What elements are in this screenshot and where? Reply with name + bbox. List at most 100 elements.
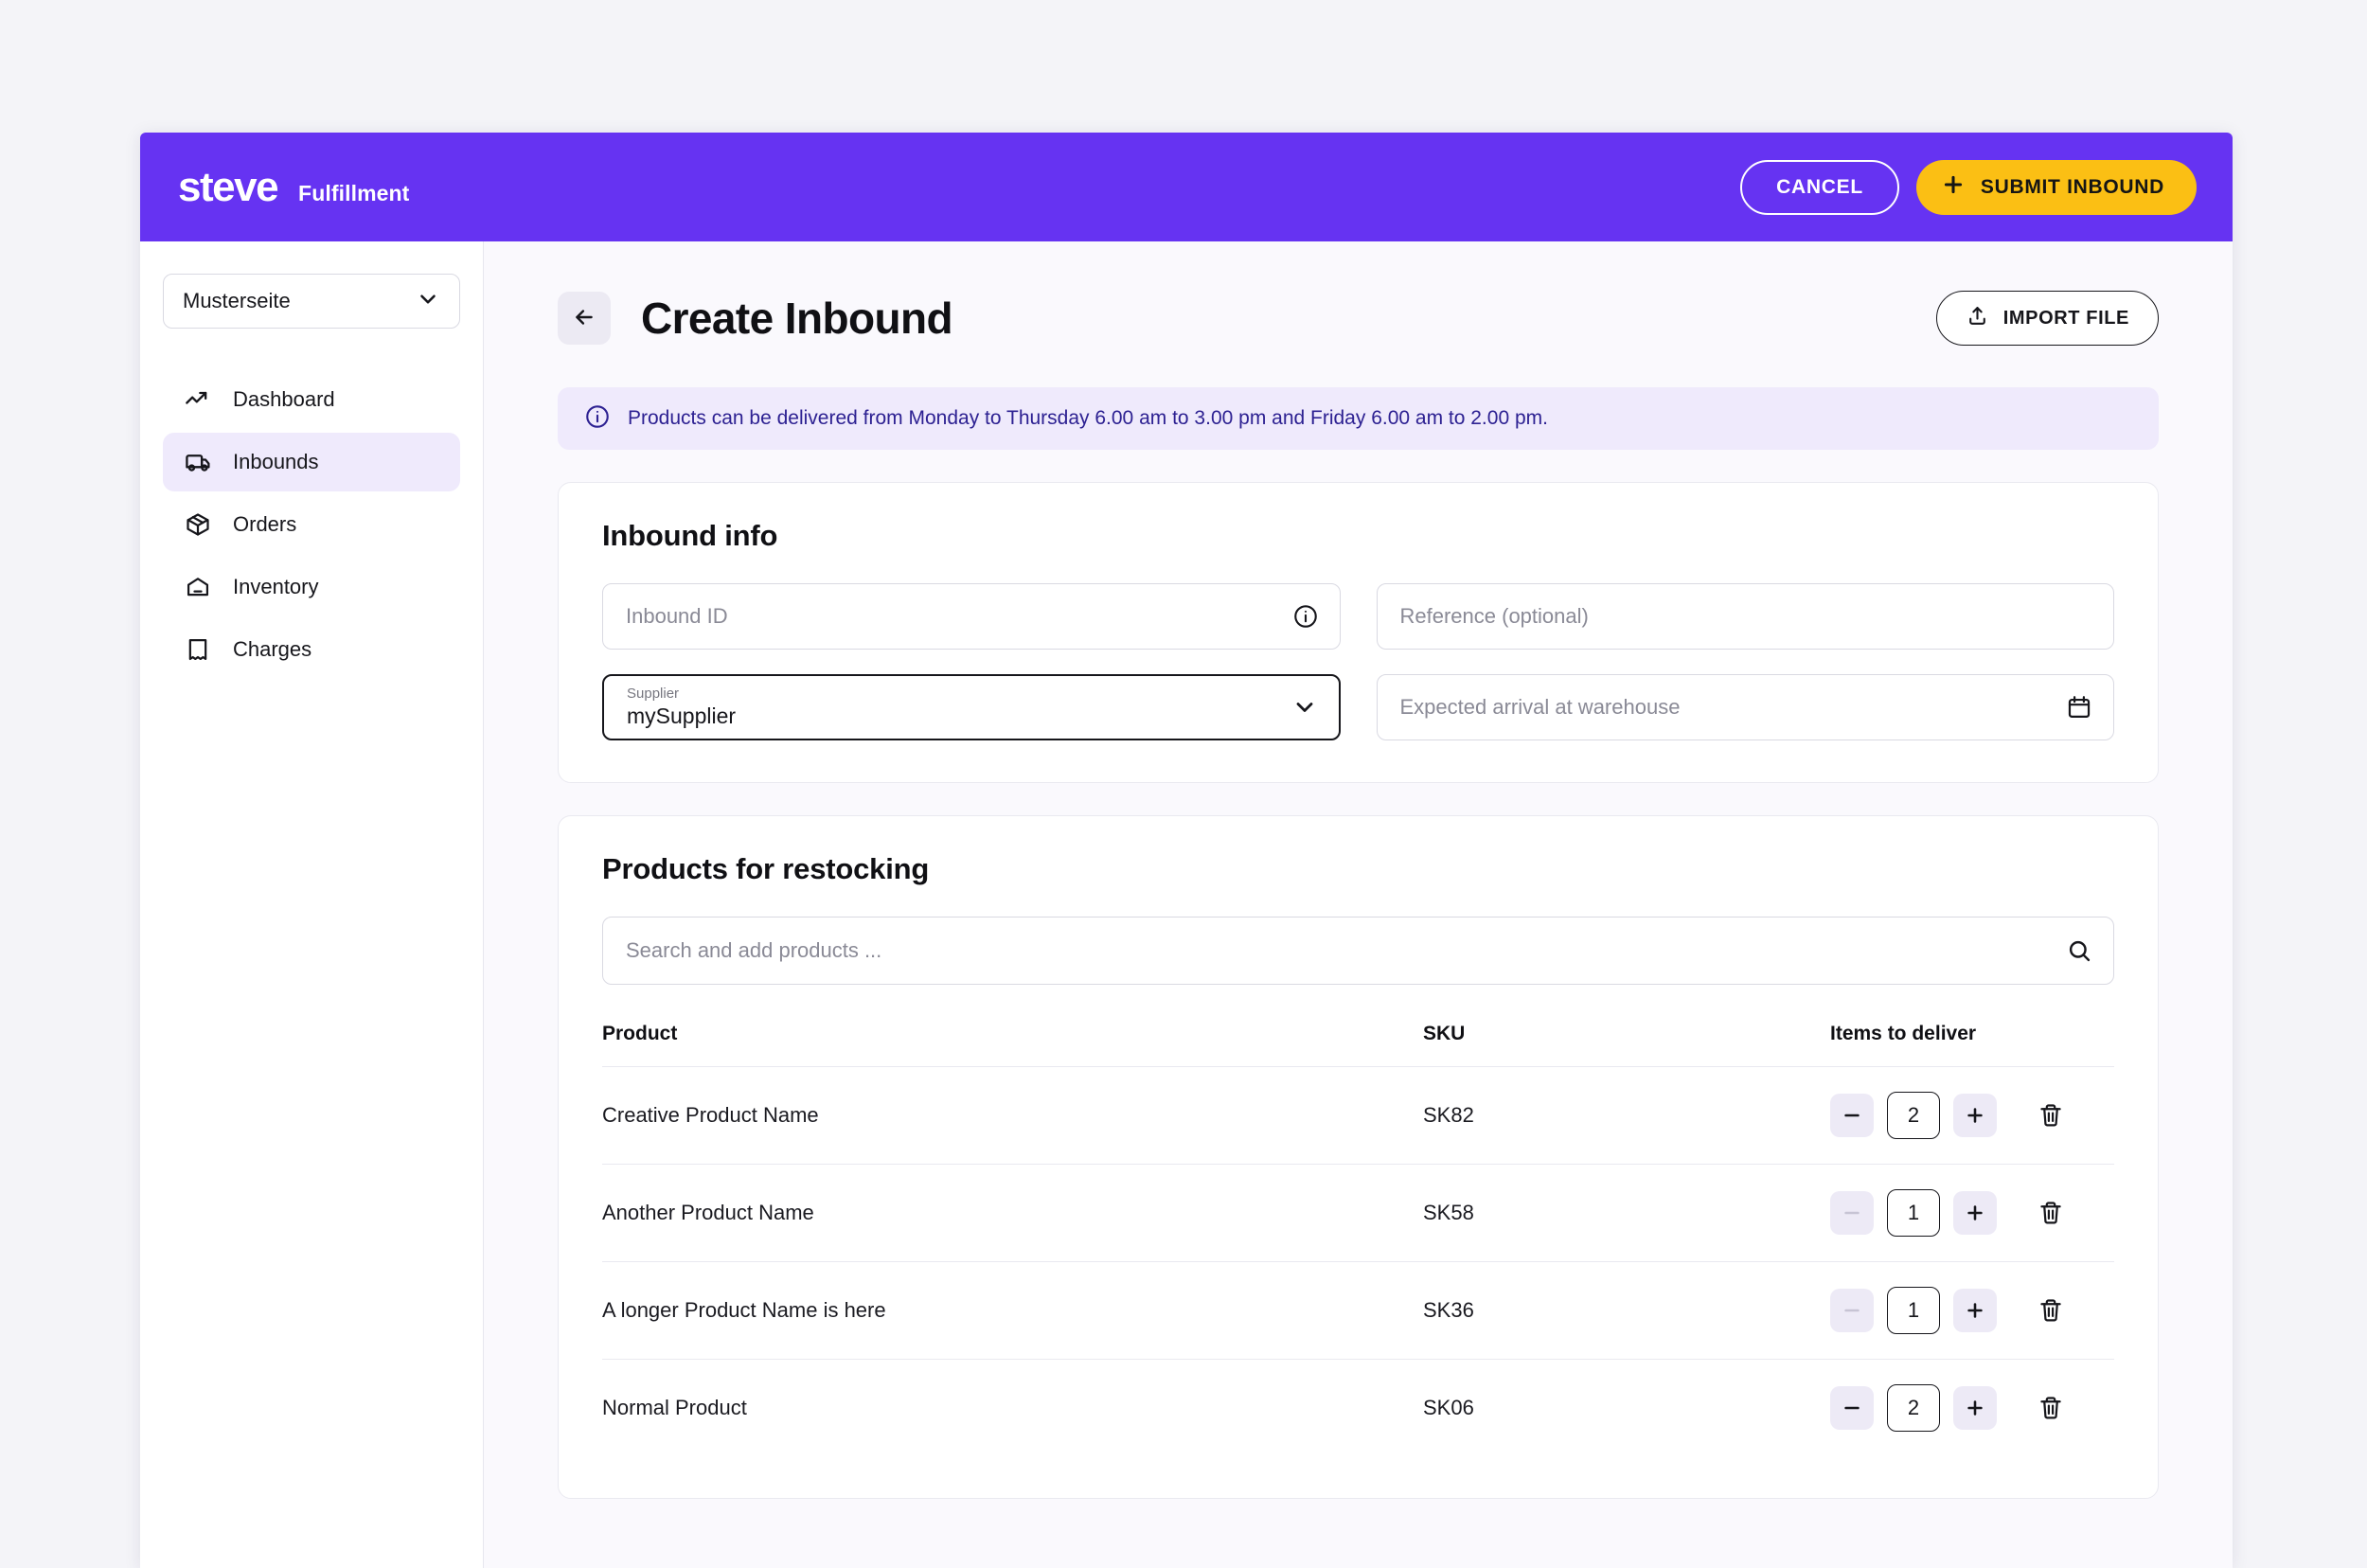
info-circle-icon[interactable] [1292, 603, 1319, 630]
decrement-button[interactable] [1830, 1094, 1874, 1137]
submit-inbound-button[interactable]: SUBMIT INBOUND [1916, 160, 2197, 215]
inbound-id-placeholder: Inbound ID [626, 604, 728, 629]
product-sku-cell: SK82 [1423, 1067, 1830, 1165]
sidebar-item-orders[interactable]: Orders [163, 495, 460, 554]
top-bar-actions: CANCEL SUBMIT INBOUND [1740, 160, 2197, 215]
decrement-button [1830, 1289, 1874, 1332]
product-name-cell: Another Product Name [602, 1165, 1423, 1262]
brand-subtitle: Fulfillment [298, 181, 409, 206]
cancel-button[interactable]: CANCEL [1740, 160, 1899, 215]
supplier-label: Supplier [627, 686, 679, 703]
main-content: Create Inbound IMPORT FILE [484, 241, 2233, 1568]
delete-row-button[interactable] [2029, 1191, 2073, 1235]
quantity-stepper[interactable]: 2 [1887, 1092, 1940, 1139]
column-header-product: Product [602, 1002, 1423, 1067]
product-sku-cell: SK36 [1423, 1262, 1830, 1360]
expected-arrival-field[interactable]: Expected arrival at warehouse [1377, 674, 2115, 740]
page-title: Create Inbound [641, 293, 952, 344]
page-header: Create Inbound IMPORT FILE [558, 291, 2159, 346]
product-qty-cell: 2 [1830, 1067, 2114, 1165]
sidebar-nav: Dashboard Inbounds [163, 370, 460, 679]
screen-root: steve Fulfillment CANCEL SUBMIT INBOUND [0, 0, 2367, 1568]
delivery-hours-banner: Products can be delivered from Monday to… [558, 387, 2159, 450]
increment-button[interactable] [1953, 1289, 1997, 1332]
product-search-placeholder: Search and add products ... [626, 938, 881, 963]
product-name-cell: Creative Product Name [602, 1067, 1423, 1165]
sidebar-item-label: Inbounds [233, 450, 319, 474]
quantity-stepper[interactable]: 2 [1887, 1384, 1940, 1432]
chevron-down-icon [416, 287, 440, 316]
delete-row-button[interactable] [2029, 1094, 2073, 1137]
sidebar-item-label: Dashboard [233, 387, 335, 412]
products-title: Products for restocking [602, 852, 2114, 886]
product-name-cell: Normal Product [602, 1360, 1423, 1457]
product-qty-cell: 2 [1830, 1360, 2114, 1457]
app-window: steve Fulfillment CANCEL SUBMIT INBOUND [140, 133, 2233, 1568]
table-row: A longer Product Name is here SK36 1 [602, 1262, 2114, 1360]
product-sku-cell: SK58 [1423, 1165, 1830, 1262]
table-row: Another Product Name SK58 1 [602, 1165, 2114, 1262]
products-table-body: Creative Product Name SK82 2 [602, 1067, 2114, 1457]
reference-placeholder: Reference (optional) [1400, 604, 1589, 629]
site-selector[interactable]: Musterseite [163, 274, 460, 329]
inbound-info-form: Inbound ID Reference (optional) [602, 583, 2114, 740]
upload-icon [1966, 304, 1989, 333]
inbound-info-card: Inbound info Inbound ID [558, 482, 2159, 783]
receipt-icon [184, 635, 212, 664]
info-circle-icon [584, 403, 611, 435]
quantity-stepper[interactable]: 1 [1887, 1189, 1940, 1237]
product-qty-cell: 1 [1830, 1262, 2114, 1360]
column-header-sku: SKU [1423, 1002, 1830, 1067]
sidebar-item-inventory[interactable]: Inventory [163, 558, 460, 616]
inbound-id-field[interactable]: Inbound ID [602, 583, 1341, 650]
increment-button[interactable] [1953, 1386, 1997, 1430]
site-selector-value: Musterseite [183, 289, 416, 313]
banner-text: Products can be delivered from Monday to… [628, 407, 1548, 430]
arrow-left-icon [572, 305, 596, 332]
sidebar-item-label: Orders [233, 512, 296, 537]
products-table: Product SKU Items to deliver Creative Pr… [602, 1002, 2114, 1456]
calendar-icon[interactable] [2066, 694, 2092, 721]
sidebar: Musterseite Dashboard [140, 241, 484, 1568]
product-search-input[interactable]: Search and add products ... [602, 917, 2114, 985]
increment-button[interactable] [1953, 1191, 1997, 1235]
import-file-button[interactable]: IMPORT FILE [1936, 291, 2159, 346]
chevron-down-icon[interactable] [1291, 694, 1318, 721]
increment-button[interactable] [1953, 1094, 1997, 1137]
decrement-button[interactable] [1830, 1386, 1874, 1430]
product-qty-cell: 1 [1830, 1165, 2114, 1262]
trending-up-icon [184, 385, 212, 414]
sidebar-item-label: Charges [233, 637, 311, 662]
sidebar-item-label: Inventory [233, 575, 319, 599]
delete-row-button[interactable] [2029, 1289, 2073, 1332]
quantity-stepper[interactable]: 1 [1887, 1287, 1940, 1334]
search-icon[interactable] [2066, 937, 2092, 964]
decrement-button [1830, 1191, 1874, 1235]
supplier-select[interactable]: Supplier mySupplier [602, 674, 1341, 740]
warehouse-icon [184, 573, 212, 601]
column-header-items: Items to deliver [1830, 1002, 2114, 1067]
sidebar-item-inbounds[interactable]: Inbounds [163, 433, 460, 491]
sidebar-item-charges[interactable]: Charges [163, 620, 460, 679]
body-split: Musterseite Dashboard [140, 241, 2233, 1568]
back-button[interactable] [558, 292, 611, 345]
submit-inbound-label: SUBMIT INBOUND [1981, 176, 2164, 199]
product-sku-cell: SK06 [1423, 1360, 1830, 1457]
expected-arrival-placeholder: Expected arrival at warehouse [1400, 695, 1681, 720]
reference-field[interactable]: Reference (optional) [1377, 583, 2115, 650]
box-icon [184, 510, 212, 539]
top-bar: steve Fulfillment CANCEL SUBMIT INBOUND [140, 133, 2233, 241]
supplier-value: mySupplier [627, 704, 736, 728]
import-file-label: IMPORT FILE [2003, 308, 2129, 330]
sidebar-item-dashboard[interactable]: Dashboard [163, 370, 460, 429]
product-name-cell: A longer Product Name is here [602, 1262, 1423, 1360]
table-row: Creative Product Name SK82 2 [602, 1067, 2114, 1165]
inbound-info-title: Inbound info [602, 519, 2114, 553]
delete-row-button[interactable] [2029, 1386, 2073, 1430]
table-row: Normal Product SK06 2 [602, 1360, 2114, 1457]
truck-icon [184, 448, 212, 476]
products-card: Products for restocking Search and add p… [558, 815, 2159, 1499]
steve-logo: steve [178, 167, 277, 208]
plus-icon [1941, 172, 1966, 203]
brand: steve Fulfillment [178, 167, 409, 208]
